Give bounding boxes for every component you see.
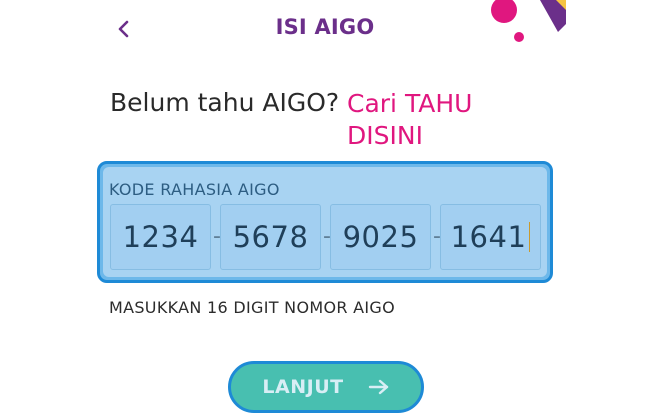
code-segment-4-input[interactable]: 1641 [440,204,541,270]
text-cursor [529,222,531,252]
next-button[interactable]: LANJUT [228,361,424,413]
code-segment-4-value: 1641 [450,220,527,254]
arrow-right-icon [368,379,390,395]
code-segment-3-input[interactable]: 9025 [330,204,431,270]
input-hint: MASUKKAN 16 DIGIT NOMOR AIGO [109,298,396,317]
code-segment-2-input[interactable]: 5678 [220,204,321,270]
find-out-link[interactable]: Cari TAHU DISINI [347,88,497,152]
code-segment-2-value: 5678 [232,220,309,254]
secret-code-label: KODE RAHASIA AIGO [109,180,280,199]
page-title: ISI AIGO [275,15,375,39]
next-button-label: LANJUT [262,376,344,398]
aigo-entry-screen: ISI AIGO Belum tahu AIGO? Cari TAHU DISI… [0,0,650,420]
code-segment-3-value: 9025 [342,220,419,254]
code-segment-1-input[interactable]: 1234 [110,204,211,270]
help-question: Belum tahu AIGO? [110,88,340,117]
code-segment-1-value: 1234 [122,220,199,254]
